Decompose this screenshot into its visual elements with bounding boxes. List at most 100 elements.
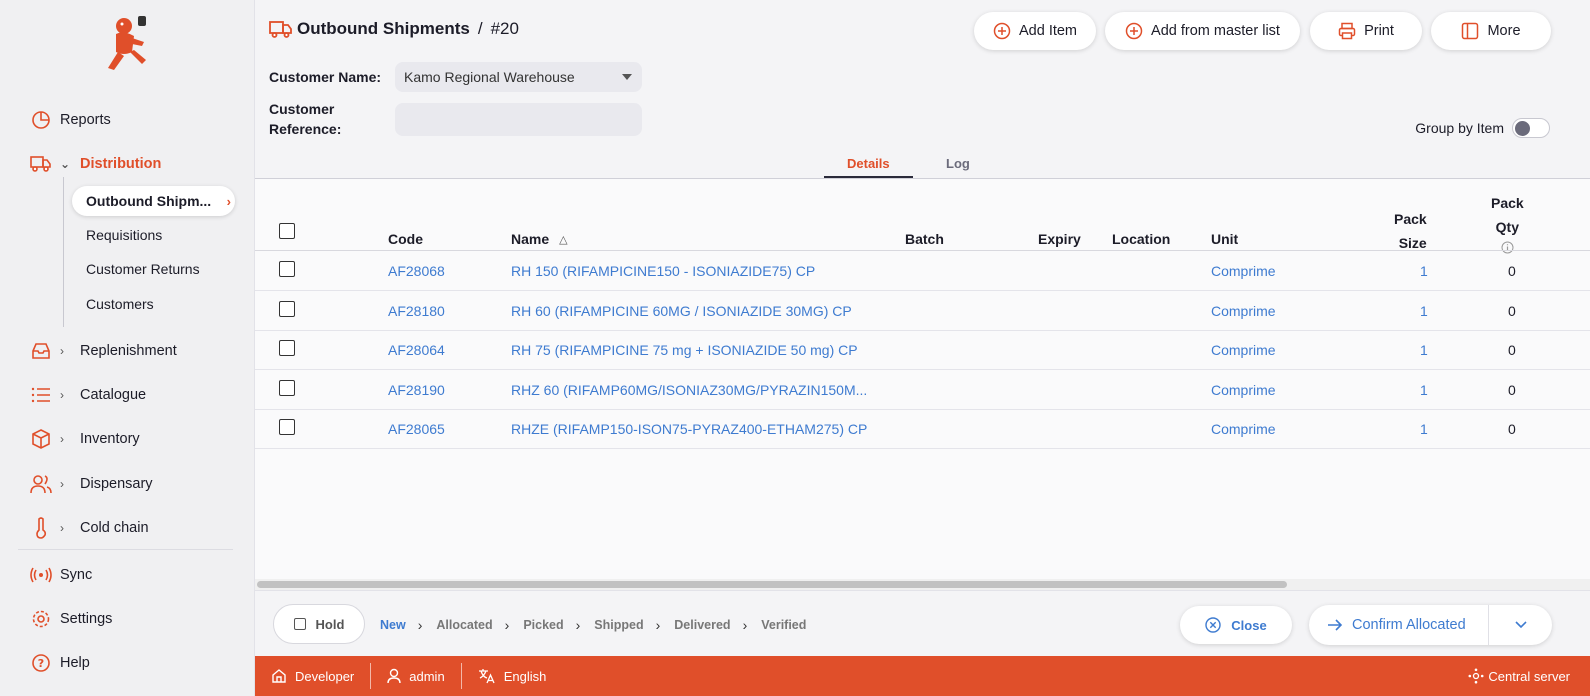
arrow-right-icon — [1328, 619, 1343, 631]
chevron-right-icon: › — [60, 477, 64, 491]
sidebar-subitem-customers[interactable]: Customers — [86, 296, 154, 312]
column-header-code[interactable]: Code — [388, 231, 423, 247]
cell-code: AF28190 — [388, 382, 445, 398]
toggle-knob — [1515, 121, 1530, 136]
cell-pack-size: 1 — [1420, 303, 1428, 319]
sidebar-item-settings[interactable]: Settings — [30, 601, 112, 637]
row-checkbox[interactable] — [279, 340, 295, 356]
column-header-expiry[interactable]: Expiry — [1038, 231, 1081, 247]
inbox-icon — [30, 340, 52, 362]
group-by-item-toggle[interactable] — [1512, 118, 1550, 138]
sidebar-item-label: Cold chain — [80, 520, 149, 536]
step-delivered: Delivered — [674, 618, 731, 632]
sidebar-item-replenishment[interactable]: › Replenishment — [30, 333, 177, 369]
row-checkbox[interactable] — [279, 419, 295, 435]
add-from-master-list-button[interactable]: Add from master list — [1105, 12, 1300, 50]
chevron-right-icon: › — [60, 432, 64, 446]
cell-pack-qty: 0 — [1508, 342, 1516, 358]
table-row[interactable]: AF28068 RH 150 (RIFAMPICINE150 - ISONIAZ… — [255, 251, 1590, 291]
sidebar-item-label: Replenishment — [80, 343, 177, 359]
add-item-button[interactable]: Add Item — [974, 12, 1096, 50]
sidebar-item-cold-chain[interactable]: › Cold chain — [30, 510, 149, 546]
more-button[interactable]: More — [1431, 12, 1551, 50]
print-button[interactable]: Print — [1310, 12, 1422, 50]
sidebar-item-label: Reports — [60, 112, 111, 128]
cell-unit: Comprime — [1211, 382, 1276, 398]
column-header-location[interactable]: Location — [1112, 231, 1170, 247]
pie-chart-icon — [30, 109, 52, 131]
plus-circle-icon — [1125, 22, 1143, 40]
sidebar-item-distribution[interactable]: ⌄ Distribution — [30, 146, 161, 182]
status-language[interactable]: English — [462, 663, 563, 689]
cell-name: RHZE (RIFAMP150-ISON75-PYRAZ400-ETHAM275… — [511, 421, 868, 437]
customer-name-value: Kamo Regional Warehouse — [404, 69, 575, 85]
sort-ascending-icon: △ — [559, 233, 568, 246]
hold-checkbox[interactable] — [293, 618, 306, 630]
list-icon — [30, 384, 52, 406]
confirm-allocated-button[interactable]: Confirm Allocated — [1309, 605, 1552, 645]
hold-toggle[interactable]: Hold — [273, 604, 365, 644]
column-header-unit[interactable]: Unit — [1211, 231, 1238, 247]
column-header-pack-qty[interactable]: Pack Qty — [1491, 191, 1524, 254]
sidebar-subitem-outbound-shipments[interactable]: Outbound Shipm... › — [72, 186, 235, 216]
table-row[interactable]: AF28065 RHZE (RIFAMP150-ISON75-PYRAZ400-… — [255, 409, 1590, 449]
gear-icon — [30, 608, 52, 630]
breadcrumb-separator: / — [477, 19, 483, 38]
status-site-label: Developer — [295, 668, 355, 684]
add-item-label: Add Item — [1018, 23, 1078, 39]
column-header-name[interactable]: Name △ — [511, 231, 568, 247]
confirm-allocated-main[interactable]: Confirm Allocated — [1309, 605, 1489, 645]
broadcast-icon — [30, 564, 52, 586]
cell-pack-qty: 0 — [1508, 303, 1516, 319]
status-bar: Developer admin English Central server — [255, 656, 1590, 696]
column-header-pack-qty-line-2: Qty — [1495, 219, 1520, 235]
cell-unit: Comprime — [1211, 421, 1276, 437]
tab-log[interactable]: Log — [946, 156, 970, 171]
status-user[interactable]: admin — [371, 663, 462, 689]
sidebar-item-help[interactable]: ? Help — [30, 645, 90, 681]
table-row[interactable]: AF28180 RH 60 (RIFAMPICINE 60MG / ISONIA… — [255, 291, 1590, 331]
cell-code: AF28065 — [388, 421, 445, 437]
sidebar-subitem-customer-returns[interactable]: Customer Returns — [86, 261, 200, 277]
customer-name-select[interactable]: Kamo Regional Warehouse — [395, 62, 642, 92]
row-checkbox[interactable] — [279, 261, 295, 277]
cell-pack-size: 1 — [1420, 342, 1428, 358]
status-site[interactable]: Developer — [255, 663, 372, 689]
sidebar: Reports ⌄ Distribution Outbound Shipm...… — [0, 0, 255, 696]
sidebar-subitem-requisitions[interactable]: Requisitions — [86, 227, 162, 243]
sidebar-divider — [18, 549, 233, 550]
sidebar-item-label: Sync — [60, 567, 93, 583]
customer-reference-label-line-1: Customer — [269, 101, 335, 117]
status-stepper: New › Allocated › Picked › Shipped › Del… — [380, 617, 818, 633]
more-label: More — [1487, 23, 1521, 39]
sidebar-item-sync[interactable]: Sync — [30, 557, 92, 593]
tab-details[interactable]: Details — [847, 156, 890, 171]
customer-name-label: Customer Name: — [269, 69, 382, 85]
column-header-pack-qty-line-1: Pack — [1491, 195, 1524, 211]
select-all-checkbox[interactable] — [279, 223, 295, 239]
breadcrumb-parent[interactable]: Outbound Shipments — [297, 19, 470, 39]
sidebar-item-catalogue[interactable]: › Catalogue — [30, 377, 146, 413]
network-hub-icon — [1468, 668, 1484, 684]
sidebar-item-label: Distribution — [80, 156, 162, 172]
sidebar-item-dispensary[interactable]: › Dispensary — [30, 466, 153, 502]
sidebar-item-inventory[interactable]: › Inventory — [30, 421, 140, 457]
confirm-dropdown-toggle[interactable] — [1489, 621, 1552, 629]
close-button[interactable]: Close — [1180, 606, 1292, 644]
users-icon — [30, 473, 52, 495]
row-checkbox[interactable] — [279, 380, 295, 396]
step-new: New — [380, 618, 406, 632]
sidebar-item-reports[interactable]: Reports — [30, 102, 111, 138]
row-checkbox[interactable] — [279, 301, 295, 317]
status-server: Central server — [1468, 656, 1570, 696]
column-header-pack-size[interactable]: Pack Size — [1394, 207, 1427, 255]
column-header-batch[interactable]: Batch — [905, 231, 944, 247]
customer-reference-input[interactable] — [395, 103, 642, 136]
page-title: #20 — [490, 19, 519, 38]
horizontal-scrollbar-thumb[interactable] — [257, 581, 1287, 588]
cell-name: RHZ 60 (RIFAMP60MG/ISONIAZ30MG/PYRAZIN15… — [511, 382, 868, 398]
cell-name: RH 75 (RIFAMPICINE 75 mg + ISONIAZIDE 50… — [511, 342, 858, 358]
thermometer-icon — [30, 517, 52, 539]
table-row[interactable]: AF28190 RHZ 60 (RIFAMP60MG/ISONIAZ30MG/P… — [255, 370, 1590, 410]
table-row[interactable]: AF28064 RH 75 (RIFAMPICINE 75 mg + ISONI… — [255, 330, 1590, 370]
